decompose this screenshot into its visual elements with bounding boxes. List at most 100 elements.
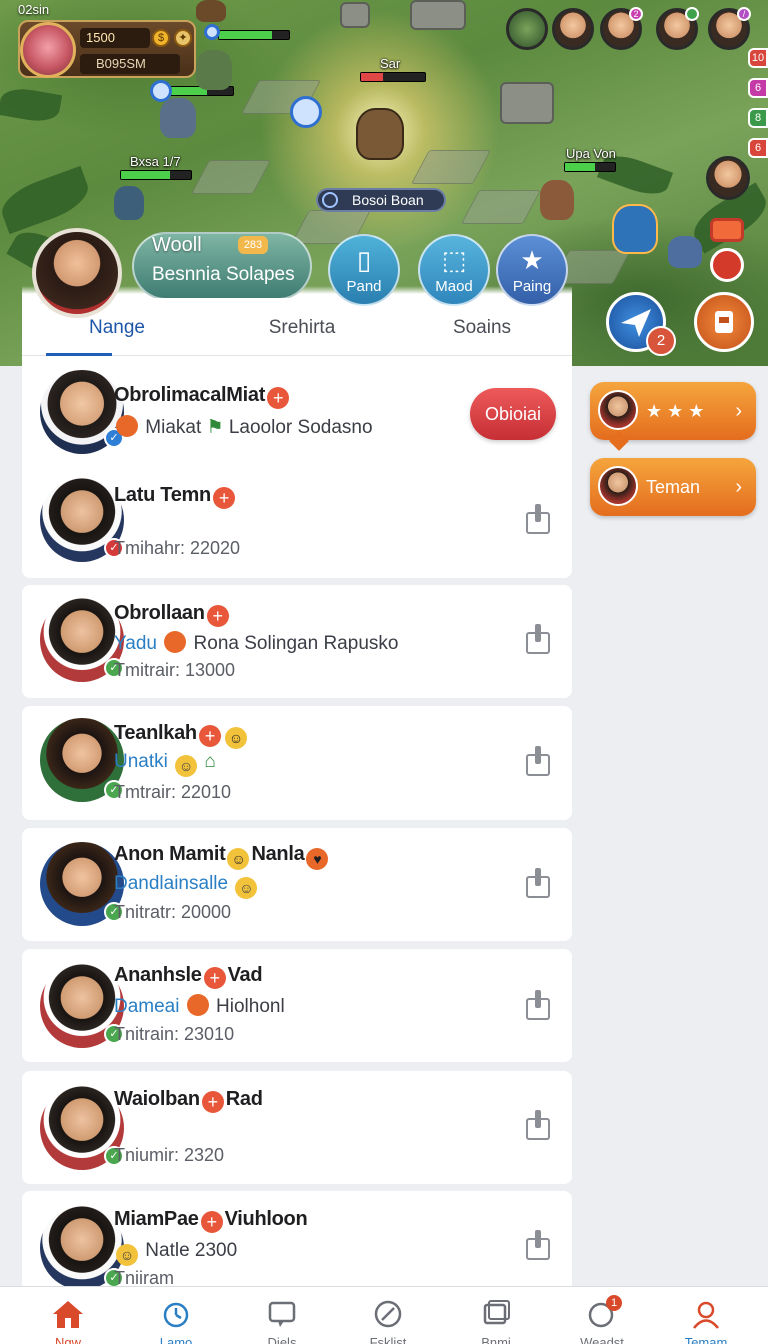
skill-marker-icon[interactable] — [204, 24, 220, 40]
share-arrow — [535, 990, 541, 1008]
friend-time: Tmitrair: 13000 — [114, 660, 236, 680]
nav-label: Lamo — [159, 1335, 193, 1344]
friend-status-line: Dandlainsalle ☺ — [114, 873, 259, 899]
add-friend-icon[interactable]: + — [206, 605, 229, 627]
enemy-unit[interactable] — [612, 204, 658, 254]
side-counter[interactable]: 10 — [748, 48, 768, 68]
ally-unit[interactable] — [114, 186, 144, 220]
unit-label: Sar — [380, 56, 401, 71]
ruin-block — [340, 2, 370, 28]
share-button[interactable] — [524, 504, 552, 534]
teammate-avatar[interactable] — [552, 8, 594, 50]
add-friend-icon[interactable]: + — [198, 725, 221, 747]
emoji-icon: ☺ — [116, 1244, 138, 1266]
nav-diels[interactable]: Diels — [232, 1287, 332, 1344]
side-counter[interactable]: 6 — [748, 78, 768, 98]
friend-name-tail: Vad — [227, 964, 263, 986]
nav-weadst[interactable]: 1 Weadst — [552, 1287, 652, 1344]
teammate-badge — [685, 7, 699, 21]
teammate-badge: 2 — [629, 7, 643, 21]
friend-name-text: Anon Mamit — [114, 843, 226, 865]
add-friend-icon[interactable]: + — [212, 487, 235, 509]
friend-status-line: Miakat ⚑ Laoolor Sodasno — [114, 415, 373, 439]
nav-fsklist[interactable]: Fsklist — [338, 1287, 438, 1344]
add-friend-icon[interactable]: + — [200, 1211, 223, 1233]
tab-srehirta[interactable]: Srehirta — [212, 298, 392, 355]
share-arrow — [535, 1110, 541, 1128]
alert-icon[interactable] — [710, 248, 744, 282]
maod-label: Maod — [435, 278, 473, 295]
emoji-icon: ☺ — [175, 755, 198, 777]
teammate-avatar[interactable] — [506, 8, 548, 50]
ally-unit[interactable] — [196, 50, 232, 90]
nav-lamo[interactable]: Lamo — [126, 1287, 226, 1344]
hero-portrait[interactable] — [20, 22, 76, 78]
nav-ngw[interactable]: Ngw — [18, 1287, 118, 1344]
side-counter[interactable]: 6 — [748, 138, 768, 158]
profile-level-badge: 283 — [238, 236, 268, 254]
rating-button[interactable]: ★ ★ ★ › — [590, 382, 756, 451]
add-friend-icon[interactable]: + — [201, 1091, 224, 1113]
teman-avatar — [598, 466, 638, 506]
chat-icon — [268, 1301, 296, 1327]
teammate-avatar[interactable]: / — [708, 7, 751, 50]
flag-icon[interactable] — [710, 218, 744, 242]
flag-icon: ⚑ — [206, 417, 224, 438]
teammate-avatar[interactable] — [656, 7, 699, 50]
friend-status-line: Dameai Hiolhonl — [114, 994, 285, 1018]
bubble-tail — [609, 431, 629, 451]
teammate-avatar[interactable] — [706, 156, 750, 200]
add-friend-icon[interactable]: + — [203, 967, 226, 989]
tab-soains[interactable]: Soains — [392, 298, 572, 355]
share-button[interactable] — [524, 1230, 552, 1260]
share-button[interactable] — [524, 746, 552, 776]
friend-name-tail: Nanla — [251, 843, 305, 865]
ally-unit[interactable] — [160, 98, 196, 138]
turret-unit[interactable] — [668, 236, 702, 268]
profile-avatar[interactable] — [32, 228, 122, 318]
boss-unit[interactable] — [356, 108, 404, 160]
friend-status-prefix: Unatki — [114, 751, 168, 772]
share-button[interactable] — [524, 868, 552, 898]
share-button[interactable] — [524, 1110, 552, 1140]
nav-temam[interactable]: Temam — [656, 1287, 756, 1344]
character-button[interactable] — [694, 292, 754, 352]
share-button[interactable] — [524, 990, 552, 1020]
unit-hp-bar — [120, 170, 192, 180]
nav-label: Weadst — [580, 1335, 624, 1344]
friend-name: Obrollaan + — [114, 602, 231, 627]
invite-button[interactable]: Obioiai — [470, 388, 556, 440]
friend-name-tail: Viuhloon — [224, 1208, 308, 1230]
add-friend-icon[interactable]: + — [267, 387, 290, 409]
food-icon — [186, 994, 209, 1016]
teammate-avatar[interactable]: 2 — [600, 7, 643, 50]
nav-bnmi[interactable]: Bnmi — [446, 1287, 546, 1344]
ally-unit[interactable] — [196, 0, 226, 22]
friend-status-prefix: Dameai — [114, 996, 180, 1017]
star-icon: ★ — [520, 245, 544, 275]
nav-label: Bnmi — [481, 1335, 511, 1344]
friend-name: ObrolimacalMiat + — [114, 384, 291, 409]
skill-marker-icon[interactable] — [150, 80, 172, 102]
friend-name-text: Ananhsle — [114, 964, 202, 986]
ruin-block — [500, 82, 554, 124]
hero-level-value: 1500 — [86, 30, 115, 45]
maod-button[interactable]: ⬚ Maod — [418, 234, 490, 306]
teammate-badge: / — [737, 7, 751, 21]
food-icon — [116, 415, 138, 437]
boss-banner[interactable]: Bosoi Boan — [316, 188, 446, 212]
friend-status-detail: Rona Solingan Rapusko — [193, 633, 399, 654]
share-button[interactable] — [524, 624, 552, 654]
enemy-unit[interactable] — [540, 180, 574, 220]
skill-marker-icon[interactable] — [290, 96, 322, 128]
teman-button[interactable]: Teman › — [590, 458, 756, 516]
emoji-icon: ☺ — [235, 877, 258, 899]
pand-button[interactable]: ▯ Pand — [328, 234, 400, 306]
paing-button[interactable]: ★ Paing — [496, 234, 568, 306]
share-arrow — [535, 1230, 541, 1248]
friend-name-text: Waiolban — [114, 1088, 200, 1110]
side-counter[interactable]: 8 — [748, 108, 768, 128]
foliage — [0, 165, 95, 235]
friend-status-line: Unatki ☺ ⌂ — [114, 751, 216, 777]
friend-name-text: Latu Temn — [114, 484, 211, 506]
